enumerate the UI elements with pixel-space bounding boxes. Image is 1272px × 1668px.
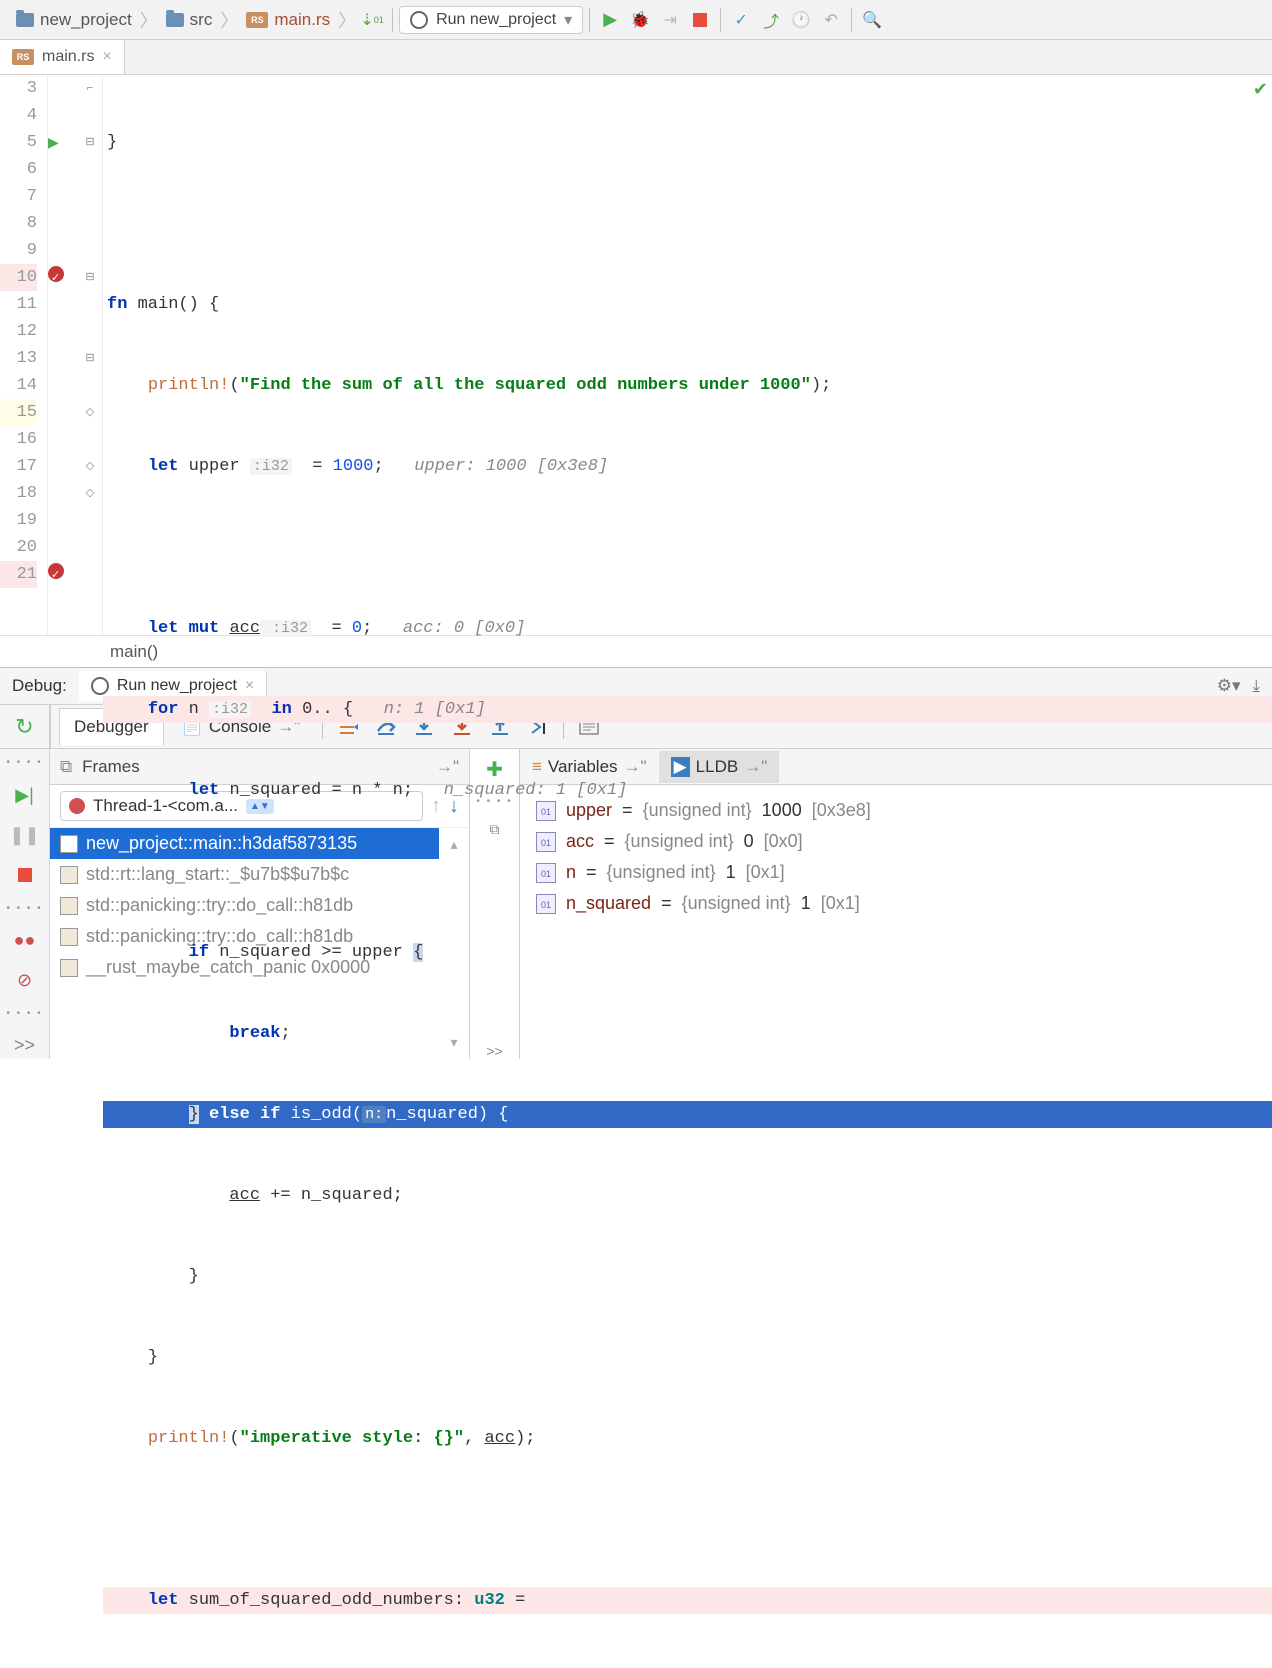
binary-icon[interactable]: ⇣01 [358, 6, 386, 34]
debug-button[interactable]: 🐞 [626, 6, 654, 34]
more-button[interactable]: >> [11, 1033, 39, 1059]
editor-tab-main[interactable]: RS main.rs × [0, 40, 125, 74]
coverage-button[interactable]: ⇥ [656, 6, 684, 34]
rerun-icon[interactable]: ↻ [15, 714, 33, 740]
editor-tab-bar: RS main.rs × [0, 40, 1272, 75]
folder-icon [166, 13, 184, 27]
chevron-right-icon: 〉 [140, 7, 158, 33]
dropdown-icon: ▾ [564, 10, 572, 30]
rust-icon [410, 11, 428, 29]
rust-file-icon: RS [246, 12, 268, 28]
drag-handle-icon: • • • • [6, 903, 42, 914]
drag-handle-icon: • • • • [6, 757, 42, 768]
main-toolbar: new_project 〉 src 〉 RSmain.rs 〉 ⇣01 Run … [0, 0, 1272, 40]
folder-icon [16, 13, 34, 27]
pause-button[interactable]: ❚❚ [11, 822, 39, 848]
frame-icon [60, 835, 78, 853]
line-number-gutter: 3456789101112131415161718192021 [0, 75, 48, 635]
drag-handle-icon: • • • • [6, 1008, 42, 1019]
close-icon[interactable]: × [102, 48, 111, 66]
vcs-history-button[interactable]: 🕐 [787, 6, 815, 34]
code-editor[interactable]: ✔ 3456789101112131415161718192021 ▶ ⌐⊟⊟⊟… [0, 75, 1272, 635]
breakpoint-icon[interactable] [48, 561, 78, 588]
breakpoint-icon[interactable] [48, 264, 78, 291]
frame-icon [60, 866, 78, 884]
frame-icon [60, 897, 78, 915]
chevron-right-icon: 〉 [338, 7, 356, 33]
undo-button[interactable]: ↶ [817, 6, 845, 34]
vcs-update-button[interactable]: ✓ [727, 6, 755, 34]
debug-label: Debug: [12, 676, 67, 696]
thread-icon [69, 798, 85, 814]
mute-breakpoints-button[interactable]: ⊘ [11, 968, 39, 994]
breadcrumb-project[interactable]: new_project [8, 10, 140, 30]
breadcrumb-file[interactable]: RSmain.rs [238, 10, 338, 30]
run-gutter-icon[interactable]: ▶ [48, 129, 78, 156]
gutter-icons: ▶ [48, 75, 78, 635]
rust-file-icon: RS [12, 49, 34, 65]
search-button[interactable]: 🔍 [858, 6, 886, 34]
frames-icon: ⧉ [60, 757, 72, 777]
frame-icon [60, 959, 78, 977]
debug-side-toolbar: • • • • ▶| ❚❚ • • • • ●● ⊘ • • • • >> [0, 749, 50, 1059]
rust-icon [91, 677, 109, 695]
frame-icon [60, 928, 78, 946]
stop-button[interactable] [11, 862, 39, 888]
resume-button[interactable]: ▶| [11, 782, 39, 808]
run-config-selector[interactable]: Run new_project ▾ [399, 6, 583, 34]
stop-button[interactable] [686, 6, 714, 34]
run-button[interactable]: ▶ [596, 6, 624, 34]
code-area[interactable]: } fn main() { println!("Find the sum of … [103, 75, 1272, 635]
vcs-commit-button[interactable]: ⤴ [757, 6, 785, 34]
chevron-right-icon: 〉 [220, 7, 238, 33]
fold-gutter: ⌐⊟⊟⊟◇◇◇ [78, 75, 103, 635]
stop-icon [693, 13, 707, 27]
view-breakpoints-button[interactable]: ●● [11, 928, 39, 954]
breadcrumb-src[interactable]: src [158, 10, 221, 30]
breadcrumb: new_project 〉 src 〉 RSmain.rs 〉 [8, 7, 356, 33]
